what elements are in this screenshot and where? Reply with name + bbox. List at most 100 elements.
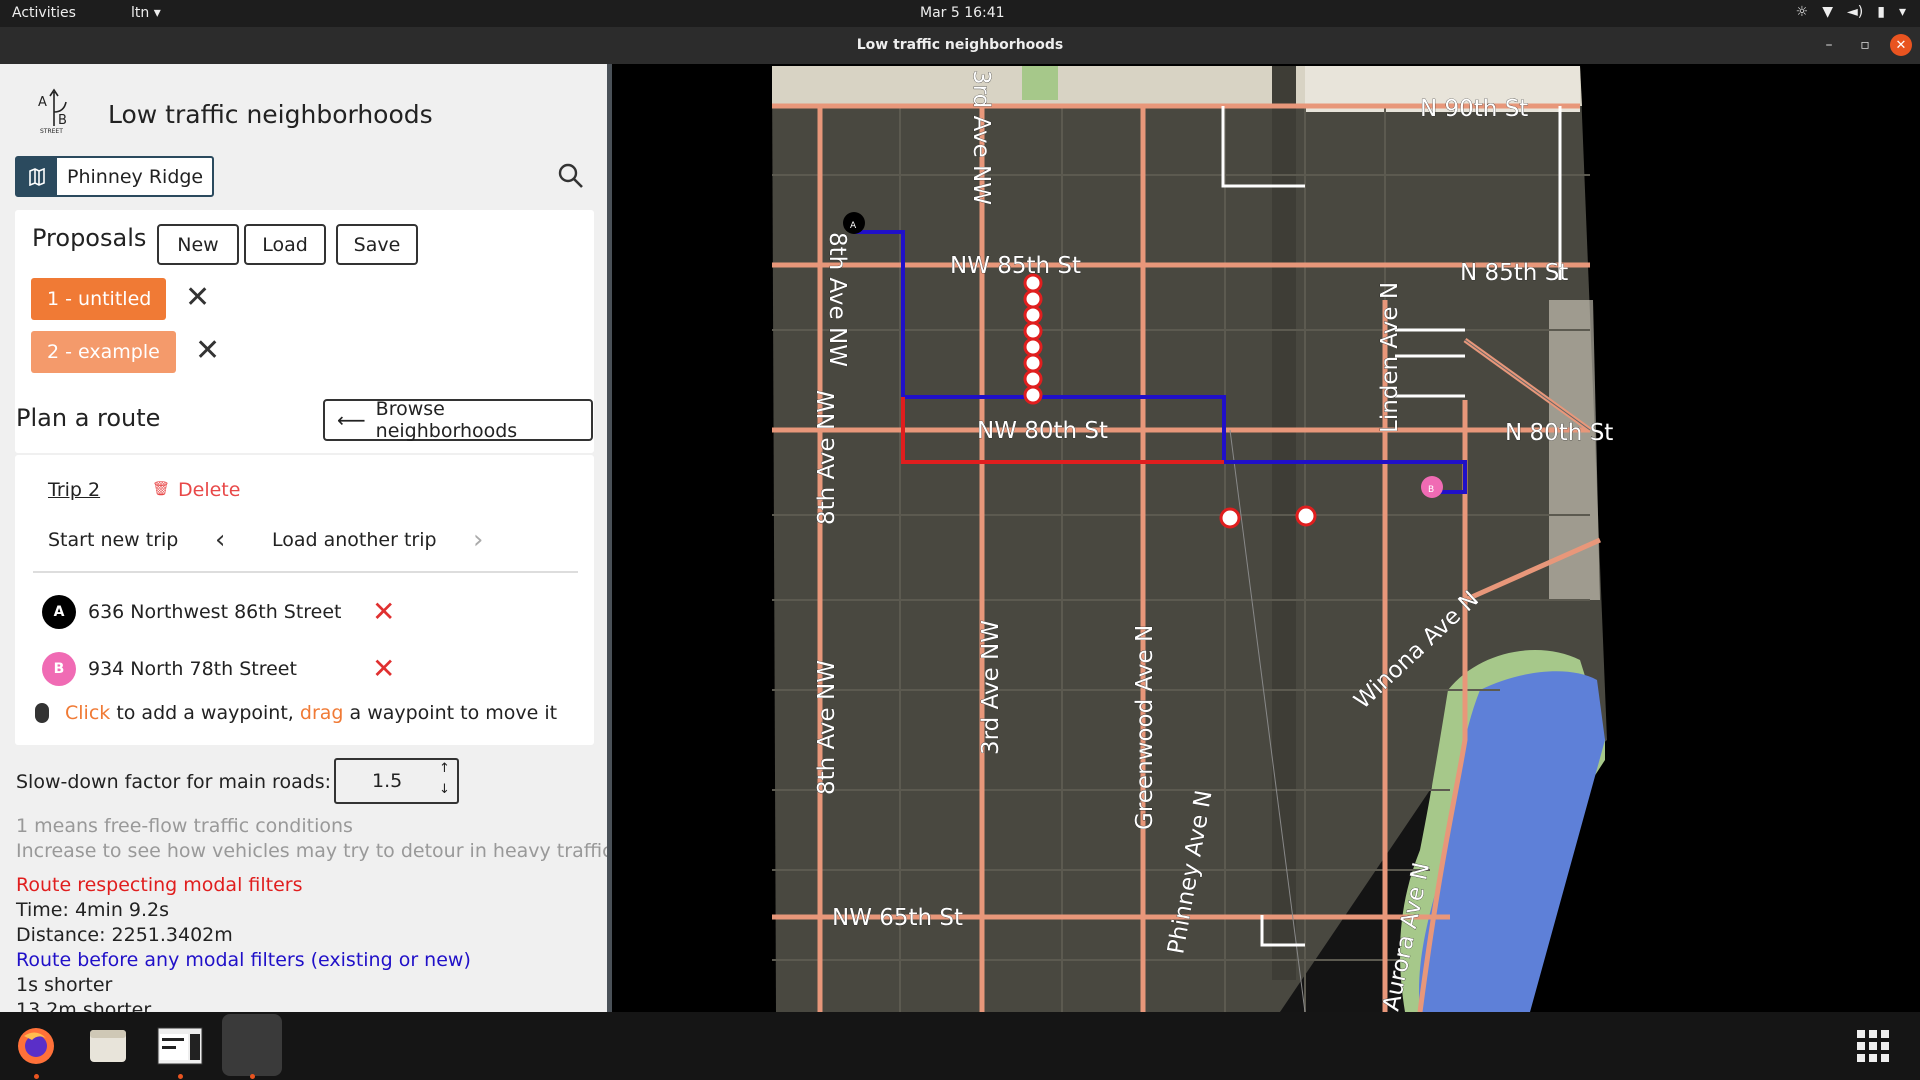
ltn-running-indicator (250, 1074, 255, 1079)
trip-panel: Trip 2 🗑 Delete Start new trip ‹ Load an… (15, 455, 594, 745)
proposal-1-button[interactable]: 1 - untitled (31, 278, 166, 320)
browse-neighborhoods-label: Browse neighborhoods (375, 398, 518, 442)
map-marker-b-label: B (1428, 485, 1434, 495)
app-menu[interactable]: ltn ▾ (131, 5, 161, 21)
volume-icon: ◄) (1847, 4, 1864, 20)
label-8th-bot: 8th Ave NW (814, 660, 840, 795)
caret-down-icon: ▾ (153, 5, 161, 21)
logo-caption: STREET (40, 128, 63, 135)
map-icon (17, 158, 57, 195)
window-title: Low traffic neighborhoods (856, 37, 1064, 53)
trash-icon: 🗑 (152, 481, 170, 497)
remove-waypoint-a-icon[interactable]: ✕ (372, 598, 395, 626)
app-heading: Low traffic neighborhoods (108, 100, 433, 129)
minimize-button[interactable]: – (1818, 34, 1840, 56)
brightness-icon: ☼ (1795, 4, 1809, 20)
chevron-left-icon[interactable]: ‹ (215, 525, 225, 555)
area-name: Phinney Ridge (67, 166, 204, 188)
route-time: Time: 4min 9.2s (16, 899, 170, 921)
label-8th-top: 8th Ave NW (824, 232, 850, 367)
hint-drag: drag (299, 702, 344, 724)
slowdown-note-1: 1 means free-flow traffic conditions (16, 815, 353, 837)
shorter-time: 1s shorter (16, 974, 113, 996)
label-nw80: NW 80th St (977, 418, 1108, 444)
waypoint-b-letter: B (53, 661, 65, 677)
hint-click: Click (65, 702, 111, 724)
slowdown-label: Slow-down factor for main roads: (16, 771, 332, 793)
label-n90: N 90th St (1420, 96, 1528, 122)
activities-button[interactable]: Activities (12, 5, 76, 21)
search-icon[interactable] (557, 162, 585, 190)
system-top-bar: Activities ltn ▾ Mar 5 16:41 ☼ ▼ ◄) ▮ ▾ (0, 0, 1920, 27)
arrow-left-icon: ⟵ (337, 408, 366, 432)
start-new-trip-button[interactable]: Start new trip (48, 529, 178, 551)
load-proposal-button[interactable]: Load (244, 224, 326, 265)
system-tray[interactable]: ☼ ▼ ◄) ▮ ▾ (1796, 4, 1906, 20)
svg-text:B: B (58, 113, 67, 128)
dock (0, 1012, 1920, 1080)
delete-trip-button[interactable]: Delete (178, 479, 240, 501)
hint-mid: to add a waypoint, (110, 702, 300, 724)
slowdown-value: 1.5 (372, 770, 403, 792)
window-title-bar: Low traffic neighborhoods – ▫ ✕ (0, 27, 1920, 64)
divider (33, 571, 578, 573)
clock[interactable]: Mar 5 16:41 (920, 5, 1005, 21)
mouse-icon (35, 703, 49, 723)
label-nw65: NW 65th St (832, 905, 963, 931)
route-before-label: Route before any modal filters (existing… (16, 949, 471, 971)
plan-route-heading: Plan a route (16, 404, 161, 432)
trip-name[interactable]: Trip 2 (48, 479, 100, 501)
battery-icon: ▮ (1877, 4, 1885, 20)
label-n80: N 80th St (1505, 420, 1613, 446)
hint-end: a waypoint to move it (343, 702, 558, 724)
browse-neighborhoods-button[interactable]: ⟵ Browse neighborhoods (323, 398, 593, 442)
close-button[interactable]: ✕ (1890, 34, 1912, 56)
waypoint-a-address: 636 Northwest 86th Street (88, 601, 342, 623)
delete-proposal-2-icon[interactable]: ✕ (195, 336, 220, 366)
label-linden: Linden Ave N (1377, 282, 1403, 433)
label-n85: N 85th St (1460, 260, 1568, 286)
remove-waypoint-b-icon[interactable]: ✕ (372, 655, 395, 683)
ltn-app-launcher[interactable] (222, 1014, 282, 1076)
waypoint-a-marker: A (42, 595, 76, 629)
area-button[interactable]: Phinney Ridge (15, 156, 214, 197)
stepper-down-icon[interactable]: ↓ (439, 782, 450, 797)
firefox-icon (18, 1028, 54, 1064)
wifi-icon: ▼ (1822, 4, 1834, 20)
terminal-launcher[interactable] (152, 1018, 208, 1074)
files-launcher[interactable] (80, 1018, 136, 1074)
label-8th-mid: 8th Ave NW (814, 390, 840, 525)
maximize-button[interactable]: ▫ (1854, 34, 1876, 56)
label-greenwood: Greenwood Ave N (1132, 625, 1158, 830)
slowdown-note-2: Increase to see how vehicles may try to … (16, 840, 612, 862)
app-menu-label: ltn (131, 5, 150, 21)
app-logo: A B STREET (36, 86, 76, 135)
load-another-trip-button[interactable]: Load another trip (272, 529, 437, 551)
map-canvas[interactable]: A B N 90th St NW 85th St N 85th St NW 80… (612, 64, 1920, 1012)
waypoint-b-marker: B (42, 652, 76, 686)
sidebar: A B STREET Low traffic neighborhoods Phi… (0, 64, 612, 1012)
slowdown-stepper[interactable]: 1.5 ↑ ↓ (334, 758, 459, 804)
waypoint-hint: Click to add a waypoint, drag a waypoint… (65, 702, 557, 724)
save-proposal-button[interactable]: Save (336, 224, 418, 265)
caret-down-icon: ▾ (1898, 4, 1906, 20)
new-proposal-button[interactable]: New (157, 224, 239, 265)
route-respecting-label: Route respecting modal filters (16, 874, 303, 896)
proposal-2-button[interactable]: 2 - example (31, 331, 176, 373)
route-distance: Distance: 2251.3402m (16, 924, 233, 946)
stepper-up-icon[interactable]: ↑ (439, 761, 450, 776)
firefox-launcher[interactable] (8, 1018, 64, 1074)
waypoint-b-address: 934 North 78th Street (88, 658, 297, 680)
label-3rd-bot: 3rd Ave NW (978, 620, 1004, 755)
folder-icon (90, 1030, 126, 1062)
label-nw85: NW 85th St (950, 253, 1081, 279)
firefox-running-indicator (34, 1074, 39, 1079)
terminal-running-indicator (178, 1074, 183, 1079)
label-3rd-top: 3rd Ave NW (968, 70, 994, 205)
show-apps-icon[interactable] (1857, 1030, 1889, 1062)
waypoint-a-letter: A (53, 604, 65, 620)
chevron-right-icon[interactable]: › (473, 525, 483, 555)
delete-proposal-1-icon[interactable]: ✕ (185, 283, 210, 313)
shorter-distance: 13.2m shorter (16, 999, 152, 1012)
svg-text:A: A (38, 95, 47, 110)
